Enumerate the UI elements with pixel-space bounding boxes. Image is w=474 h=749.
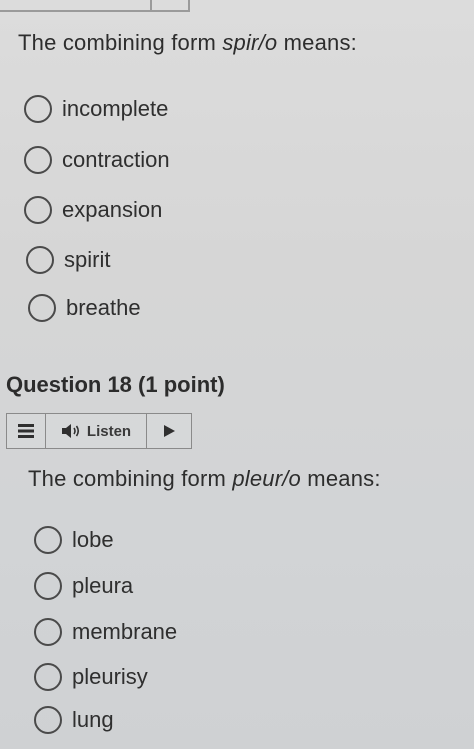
option-label: contraction bbox=[62, 147, 170, 172]
q17-option-incomplete[interactable]: incomplete bbox=[24, 89, 168, 129]
radio-button[interactable] bbox=[28, 294, 56, 322]
frame-divider bbox=[150, 0, 152, 12]
option-label: pleura bbox=[72, 573, 134, 598]
question-18-header: Question 18 (1 point) bbox=[6, 372, 225, 397]
radio-button[interactable] bbox=[34, 618, 62, 646]
question-18-prompt: The combining form pleur/o means: bbox=[28, 466, 381, 492]
prompt-prefix: The combining form bbox=[18, 30, 223, 55]
radio-button[interactable] bbox=[34, 526, 62, 554]
option-label: lobe bbox=[72, 527, 114, 552]
q18-option-lung[interactable]: lung bbox=[34, 700, 114, 740]
radio-button[interactable] bbox=[24, 95, 52, 123]
q17-option-spirit[interactable]: spirit bbox=[26, 240, 110, 280]
q17-option-contraction[interactable]: contraction bbox=[24, 140, 170, 180]
q18-option-pleurisy[interactable]: pleurisy bbox=[34, 657, 148, 697]
q17-option-expansion[interactable]: expansion bbox=[24, 190, 162, 230]
prompt-term: pleur/o bbox=[232, 466, 301, 491]
q18-option-membrane[interactable]: membrane bbox=[34, 612, 177, 652]
option-label: lung bbox=[72, 707, 114, 732]
prompt-suffix: means: bbox=[301, 466, 381, 491]
radio-button[interactable] bbox=[24, 146, 52, 174]
option-label: incomplete bbox=[62, 96, 169, 121]
radio-button[interactable] bbox=[34, 706, 62, 734]
option-label: spirit bbox=[64, 247, 111, 272]
radio-button[interactable] bbox=[34, 572, 62, 600]
menu-button[interactable] bbox=[7, 414, 46, 448]
option-label: expansion bbox=[62, 197, 163, 222]
play-button[interactable] bbox=[147, 414, 191, 448]
previous-item-frame bbox=[0, 0, 190, 12]
option-label: membrane bbox=[72, 619, 178, 644]
listen-toolbar: Listen bbox=[6, 413, 192, 449]
radio-button[interactable] bbox=[34, 663, 62, 691]
option-label: breathe bbox=[66, 295, 141, 320]
question-17-prompt: The combining form spir/o means: bbox=[18, 30, 357, 56]
q18-option-lobe[interactable]: lobe bbox=[34, 520, 114, 560]
radio-button[interactable] bbox=[26, 246, 54, 274]
prompt-suffix: means: bbox=[277, 30, 357, 55]
prompt-term: spir/o bbox=[222, 30, 278, 55]
prompt-prefix: The combining form bbox=[28, 466, 233, 491]
play-icon bbox=[164, 425, 175, 437]
radio-button[interactable] bbox=[24, 196, 52, 224]
q18-option-pleura[interactable]: pleura bbox=[34, 566, 133, 606]
listen-label: Listen bbox=[86, 422, 132, 440]
speaker-icon bbox=[61, 424, 79, 438]
hamburger-menu-icon bbox=[18, 424, 34, 438]
option-label: pleurisy bbox=[72, 664, 148, 689]
listen-button[interactable]: Listen bbox=[46, 414, 147, 448]
q17-option-breathe[interactable]: breathe bbox=[28, 288, 141, 328]
